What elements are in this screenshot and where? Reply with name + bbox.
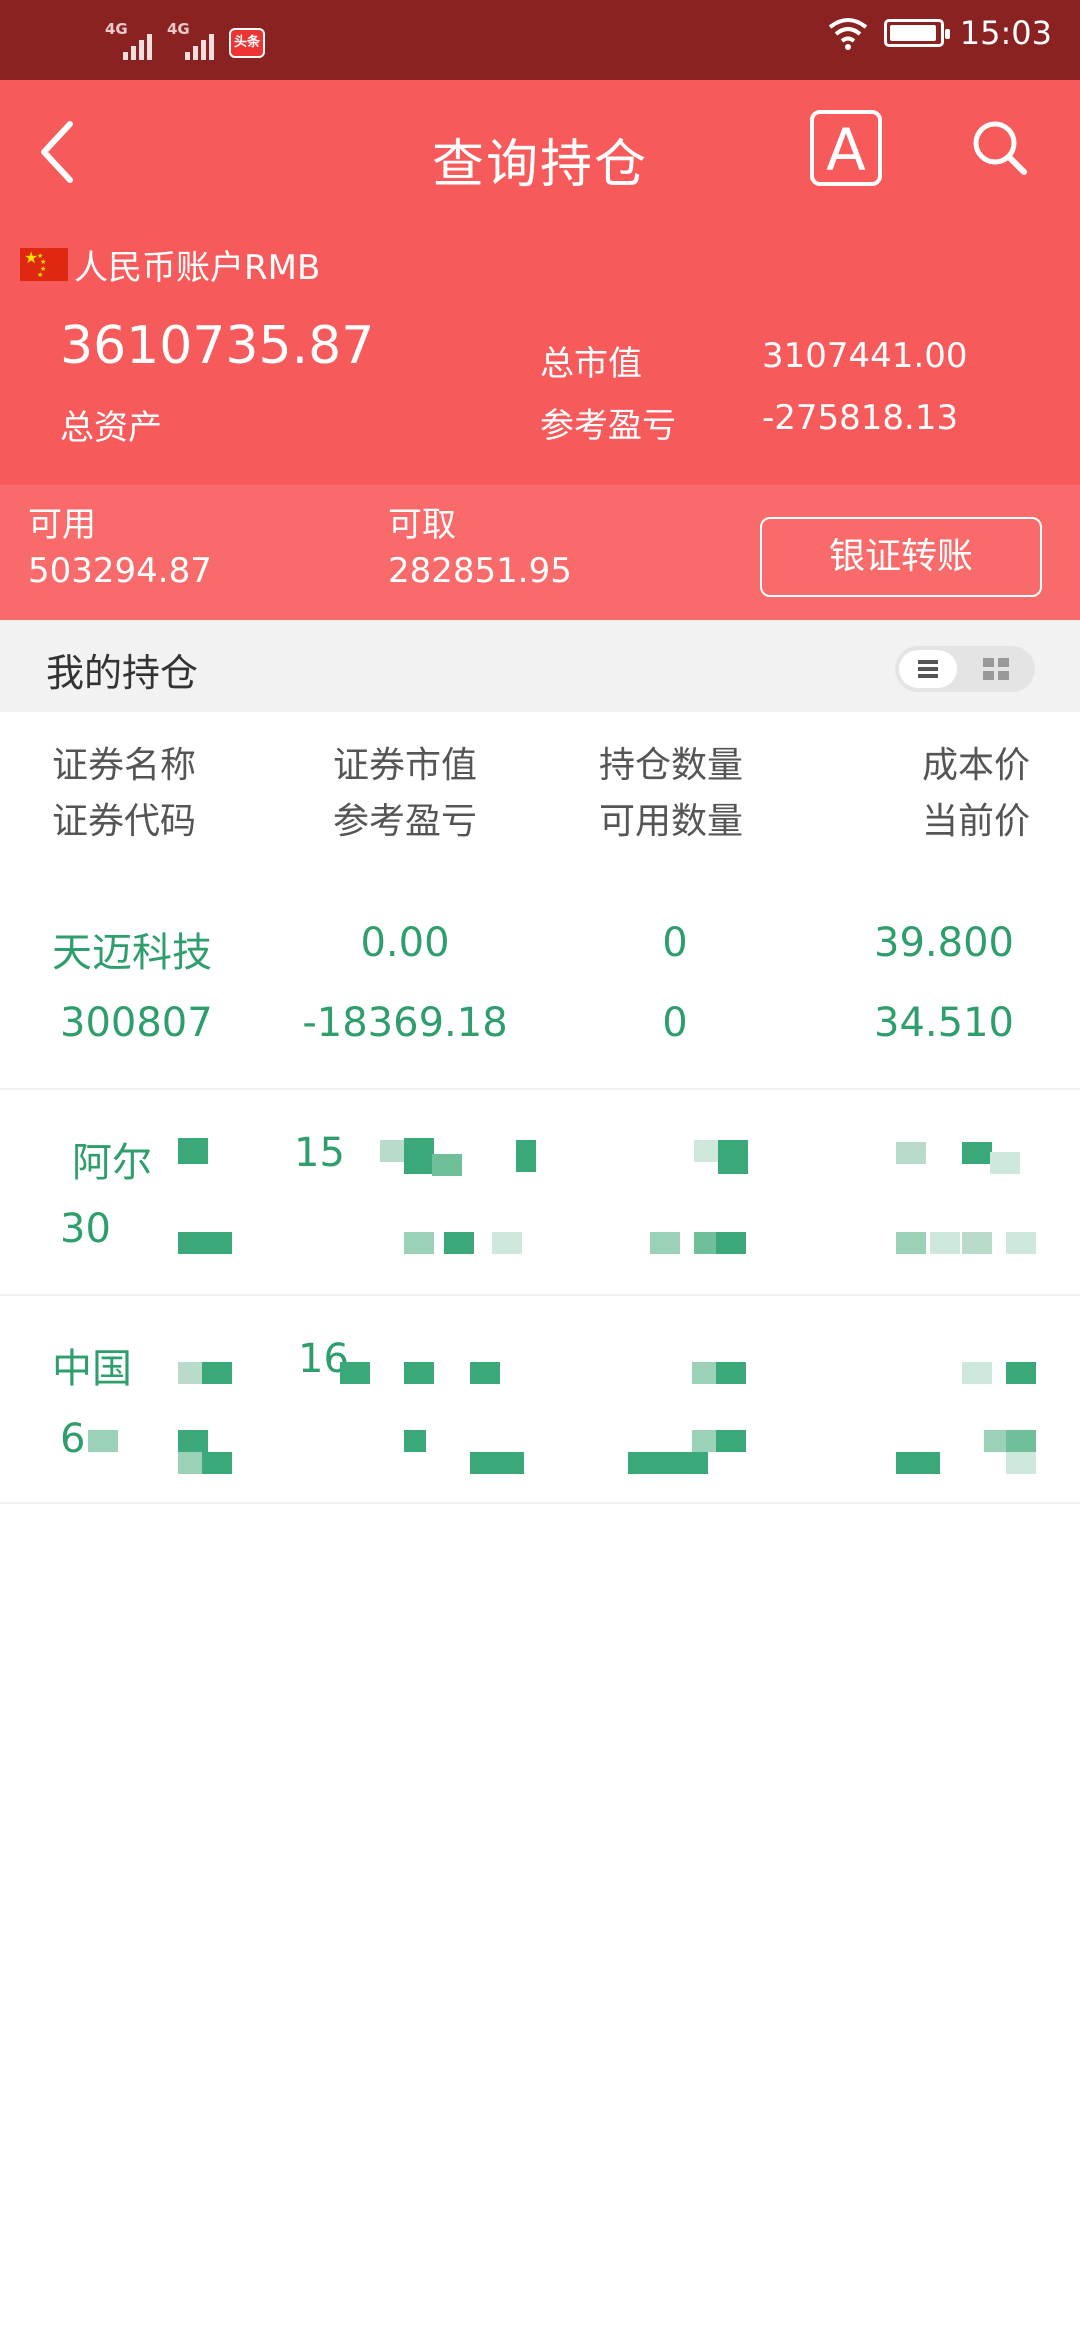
security-code: 30 — [60, 1206, 111, 1252]
ref-pnl: -18369.18 — [302, 1000, 508, 1046]
market-value: 15 — [294, 1130, 345, 1176]
view-toggle[interactable] — [895, 646, 1035, 692]
news-app-icon: 头条 — [229, 28, 265, 58]
withdrawable-label: 可取 — [388, 505, 456, 545]
china-flag-icon: ★ ★ ★ ★ ★ — [20, 248, 68, 281]
signal-icon: 4G — [105, 18, 157, 60]
total-assets-label: 总资产 — [60, 408, 162, 448]
status-left: 4G 4G 头条 — [105, 18, 265, 60]
status-right: 15:03 — [828, 14, 1052, 52]
position-row[interactable]: 阿尔 30 15 — [0, 1090, 1080, 1296]
total-assets-value: 3610735.87 — [60, 316, 375, 376]
section-title: 我的持仓 — [46, 651, 199, 695]
page-title: 查询持仓 — [431, 135, 648, 195]
security-name: 天迈科技 — [52, 930, 212, 976]
security-code: 6 — [60, 1416, 86, 1462]
bank-transfer-button[interactable]: 银证转账 — [760, 517, 1042, 597]
column-header-price: 成本价 当前价 — [921, 745, 1030, 842]
available-value: 503294.87 — [28, 551, 212, 591]
wifi-icon — [828, 18, 868, 50]
market-value: 3107441.00 — [762, 336, 968, 376]
position-row[interactable]: 天迈科技 300807 0.00 -18369.18 0 0 39.800 34… — [0, 890, 1080, 1090]
security-name: 中国 — [52, 1346, 132, 1392]
security-code: 300807 — [60, 1000, 213, 1046]
positions-section-header: 我的持仓 — [0, 620, 1080, 712]
position-row[interactable]: 中国 6 16 — [0, 1296, 1080, 1504]
funds-bar: 可用 503294.87 可取 282851.95 银证转账 — [0, 485, 1080, 620]
market-value: 0.00 — [360, 920, 450, 966]
battery-icon — [883, 19, 950, 47]
ref-pnl-label: 参考盈亏 — [540, 406, 676, 446]
grid-view-icon[interactable] — [983, 658, 1009, 680]
available-label: 可用 — [28, 505, 96, 545]
font-size-button[interactable]: A — [810, 110, 882, 186]
search-icon[interactable] — [968, 116, 1032, 180]
account-header: 查询持仓 A ★ ★ ★ ★ ★ 人民币账户RMB 3610735.87 总资产… — [0, 80, 1080, 485]
clock: 15:03 — [959, 14, 1052, 52]
cost-price: 39.800 — [874, 920, 1014, 966]
current-price: 34.510 — [874, 1000, 1014, 1046]
market-value-label: 总市值 — [540, 344, 642, 384]
withdrawable-value: 282851.95 — [388, 551, 572, 591]
account-label: 人民币账户RMB — [74, 248, 321, 288]
account-selector[interactable]: ★ ★ ★ ★ ★ 人民币账户RMB — [20, 240, 320, 289]
status-bar: 4G 4G 头条 15:03 — [0, 0, 1080, 80]
signal-icon: 4G — [167, 18, 219, 60]
column-header-value: 证券市值 参考盈亏 — [332, 745, 477, 842]
list-view-icon[interactable] — [899, 650, 957, 688]
security-name: 阿尔 — [72, 1140, 152, 1186]
ref-pnl-value: -275818.13 — [762, 398, 959, 438]
